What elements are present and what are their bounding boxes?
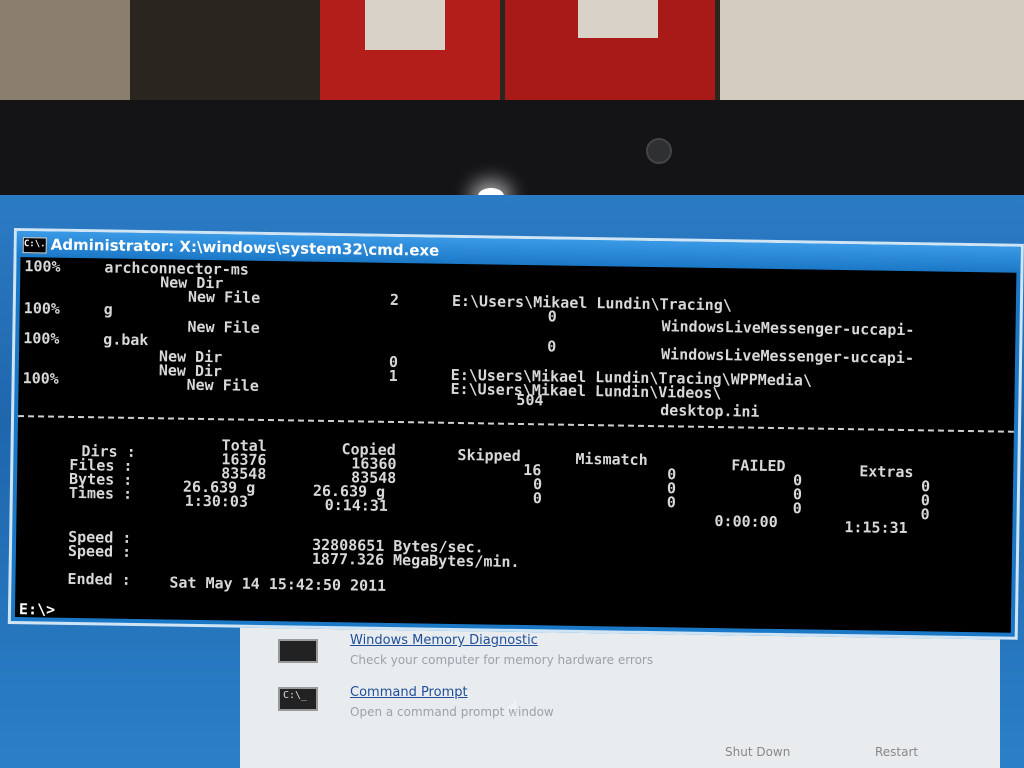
bytes-skipped: 0 <box>532 489 542 508</box>
wall-paper-right <box>578 0 658 38</box>
bytes-failed: 0 <box>792 499 802 518</box>
summary-header-failed: FAILED <box>731 456 786 476</box>
window-title: Administrator: X:\windows\system32\cmd.e… <box>50 235 440 260</box>
log-path: desktop.ini <box>660 401 760 421</box>
log-size: 504 <box>516 390 544 410</box>
command-prompt-icon: C:\_ <box>278 687 318 711</box>
log-type: New File <box>187 287 261 307</box>
log-size: 0 <box>547 337 557 356</box>
memory-diagnostic-desc: Check your computer for memory hardware … <box>350 653 654 667</box>
command-prompt-input[interactable]: E:\> <box>19 600 55 619</box>
times-total: 1:30:03 <box>184 491 249 511</box>
shutdown-button[interactable]: Shut Down <box>725 745 790 759</box>
summary-header-skipped: Skipped <box>457 445 521 465</box>
ended-value: Sat May 14 15:42:50 2011 <box>169 573 387 595</box>
command-prompt-desc: Open a command prompt window <box>350 705 554 719</box>
times-failed: 0:00:00 <box>714 512 778 532</box>
speed-value-2: 1877.326 MegaBytes/min. <box>311 549 520 571</box>
console-output[interactable]: 100% archconnector-ms New Dir New File 2… <box>14 257 1017 633</box>
cmd-icon: C:\. <box>22 236 47 254</box>
log-type: New File <box>186 375 259 395</box>
log-type: New File <box>187 317 260 337</box>
log-path: WindowsLiveMessenger-uccapi- <box>660 345 915 368</box>
summary-header-extras: Extras <box>859 462 914 482</box>
log-path: E:\Users\Mikael Lundin\Tracing\ <box>451 291 732 315</box>
log-name: g <box>103 300 113 319</box>
log-count: 1 <box>388 366 398 386</box>
log-pct: 100% <box>23 299 61 318</box>
speed-label-2: Speed : <box>67 541 132 561</box>
bytes-mismatch: 0 <box>666 493 676 512</box>
hand-cursor-icon: ☝ <box>506 696 519 720</box>
summary-header-mismatch: Mismatch <box>575 449 648 469</box>
recovery-options-panel: Windows Memory Diagnostic Check your com… <box>240 625 1000 768</box>
wall-paper-left <box>365 0 445 50</box>
log-path: WindowsLiveMessenger-uccapi- <box>661 317 915 340</box>
command-prompt-title[interactable]: Command Prompt <box>350 685 468 700</box>
webcam-icon <box>646 138 672 164</box>
log-path: E:\Users\Mikael Lundin\Videos\ <box>450 379 722 403</box>
times-extras: 1:15:31 <box>844 518 908 538</box>
log-pct: 100% <box>23 329 60 348</box>
cmd-window[interactable]: C:\. Administrator: X:\windows\system32\c… <box>7 228 1024 640</box>
restart-button[interactable]: Restart <box>875 745 918 759</box>
log-name: g.bak <box>103 330 149 350</box>
ended-label: Ended : <box>67 569 131 589</box>
log-size: 0 <box>547 307 557 326</box>
memory-diagnostic-icon <box>278 639 318 663</box>
memory-diagnostic-title[interactable]: Windows Memory Diagnostic <box>350 633 538 648</box>
log-pct: 100% <box>22 369 59 388</box>
summary-label-times: Times : <box>68 483 133 503</box>
times-copied: 0:14:31 <box>324 495 389 515</box>
log-pct: 100% <box>24 257 61 276</box>
bytes-extras: 0 <box>920 505 930 524</box>
separator-line <box>18 415 1014 433</box>
log-count: 2 <box>389 290 400 310</box>
